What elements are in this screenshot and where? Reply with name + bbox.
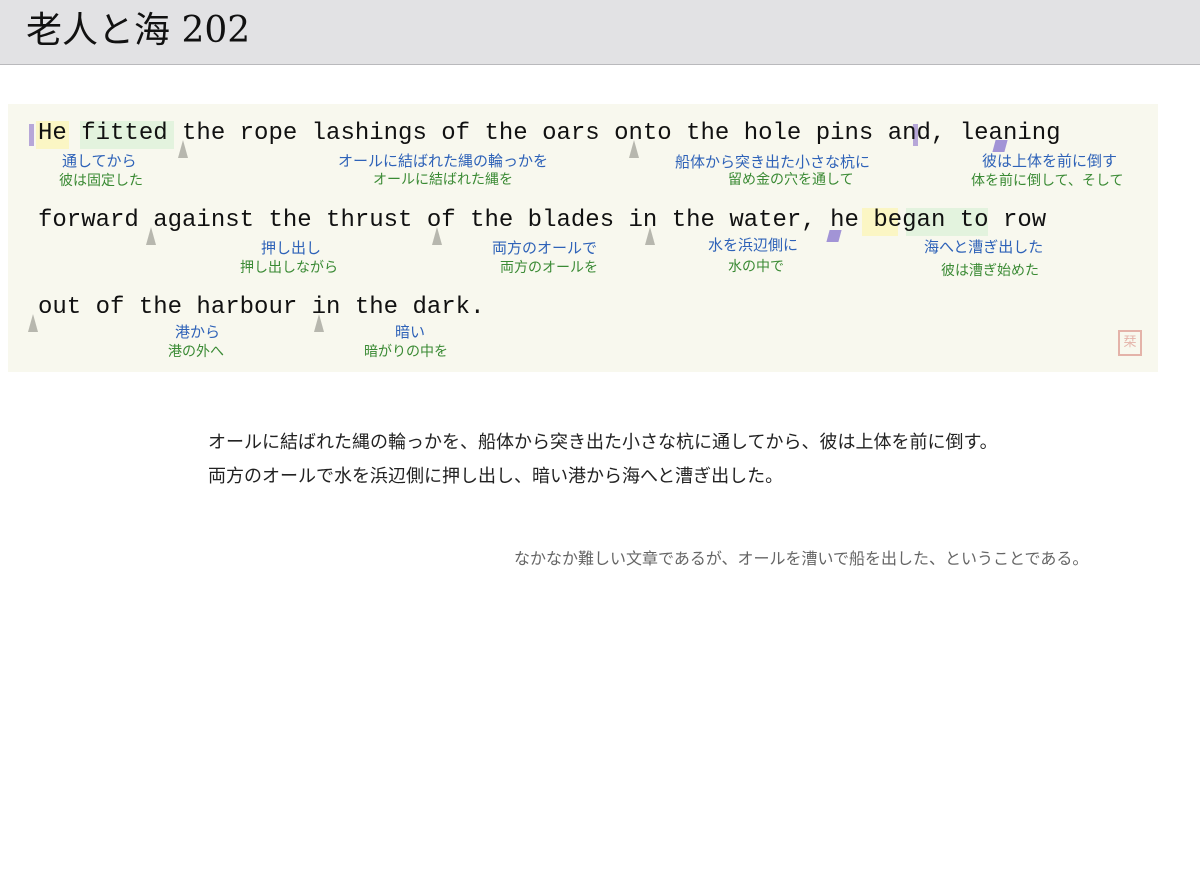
gloss-green: 両方のオールを bbox=[500, 260, 598, 276]
gloss-green: 留め金の穴を通して bbox=[728, 172, 854, 188]
gloss-green: 港の外へ bbox=[168, 344, 224, 360]
phrase-marker bbox=[629, 140, 639, 158]
gloss-green: 彼は漕ぎ始めた bbox=[941, 263, 1039, 279]
translation-line-2: 両方のオールで水を浜辺側に押し出し、暗い港から海へと漕ぎ出した。 bbox=[208, 466, 784, 487]
seal-stamp-icon: 栞 bbox=[1118, 330, 1142, 356]
phrase-marker bbox=[146, 227, 156, 245]
gloss-blue: 暗い bbox=[395, 323, 426, 341]
gloss-blue: オールに結ばれた縄の輪っかを bbox=[338, 152, 549, 170]
clause-bracket-open bbox=[29, 124, 34, 146]
gloss-green: 押し出しながら bbox=[240, 260, 338, 276]
english-line-1: He fitted the rope lashings of the oars … bbox=[38, 120, 1061, 147]
gloss-green: 暗がりの中を bbox=[364, 344, 448, 360]
gloss-blue: 船体から突き出た小さな杭に bbox=[675, 153, 871, 171]
gloss-green: 体を前に倒して、そして bbox=[971, 173, 1124, 189]
phrase-marker bbox=[432, 227, 442, 245]
gloss-blue: 彼は上体を前に倒す bbox=[982, 152, 1118, 170]
phrase-marker bbox=[645, 227, 655, 245]
gloss-blue: 両方のオールで bbox=[492, 239, 598, 257]
gloss-green: 彼は固定した bbox=[59, 173, 143, 189]
gloss-blue: 海へと漕ぎ出した bbox=[924, 238, 1044, 256]
gloss-blue: 通してから bbox=[62, 152, 137, 170]
english-line-3: out of the harbour in the dark. bbox=[38, 294, 485, 321]
phrase-marker bbox=[314, 314, 324, 332]
gloss-green: オールに結ばれた縄を bbox=[373, 172, 513, 188]
page-title: 老人と海 202 bbox=[26, 10, 251, 51]
phrase-marker bbox=[28, 314, 38, 332]
title-bar: 老人と海 202 bbox=[0, 0, 1200, 65]
gloss-green: 水の中で bbox=[728, 259, 784, 275]
translation-line-1: オールに結ばれた縄の輪っかを、船体から突き出た小さな杭に通してから、彼は上体を前… bbox=[208, 432, 998, 453]
gloss-blue: 水を浜辺側に bbox=[708, 236, 799, 254]
gloss-blue: 押し出し bbox=[261, 239, 322, 257]
phrase-marker bbox=[178, 140, 188, 158]
english-line-2: forward against the thrust of the blades… bbox=[38, 207, 1047, 234]
commentary-note: なかなか難しい文章であるが、オールを漕いで船を出した、ということである。 bbox=[514, 549, 1089, 568]
gloss-blue: 港から bbox=[175, 323, 221, 341]
